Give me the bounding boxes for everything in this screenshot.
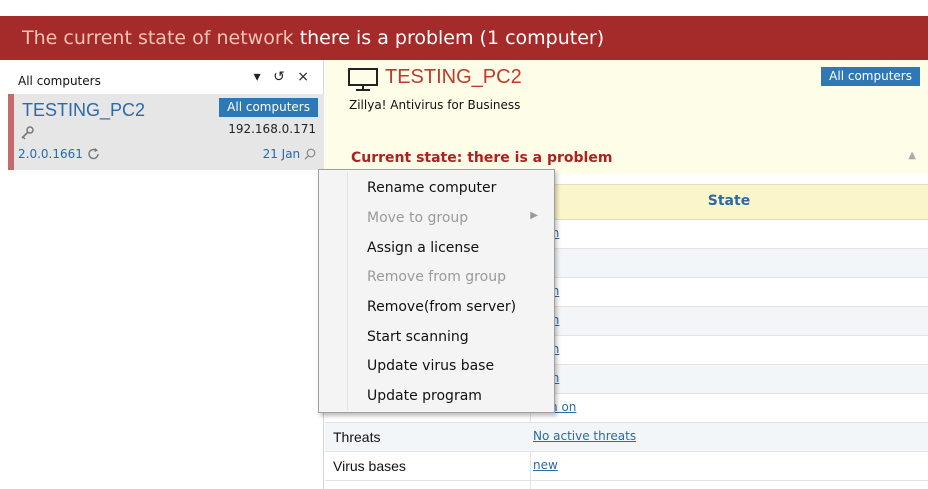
list-controls[interactable]: ▾ ↺ × [254, 69, 313, 85]
menu-item-update-program[interactable]: Update program [367, 388, 482, 404]
table-row: Threats No active threats [325, 423, 928, 452]
monitor-icon [347, 68, 379, 96]
menu-item-update-virus-base[interactable]: Update virus base [367, 358, 494, 374]
state-column-header: State [530, 184, 928, 220]
program-version: 2.0.0.1661 [18, 147, 83, 161]
menu-item-remove-from-server[interactable]: Remove(from server) [367, 299, 516, 315]
date-line: 21 Jan [263, 147, 316, 161]
computer-name: TESTING_PC2 [22, 100, 146, 120]
network-status-banner: The current state of network there is a … [0, 16, 928, 60]
submenu-arrow-icon: ▶ [530, 210, 538, 221]
table-row: Virus bases new [325, 452, 928, 481]
banner-message: there is a problem (1 computer) [299, 27, 605, 49]
ip-address: 192.168.0.171 [228, 122, 316, 136]
menu-item-assign-license[interactable]: Assign a license [367, 240, 479, 256]
row-name: Virus bases [333, 458, 406, 474]
refresh-icon[interactable] [87, 147, 101, 161]
computer-card[interactable]: TESTING_PC2 All computers 192.168.0.171 … [8, 94, 324, 170]
details-computer-name: TESTING_PC2 [385, 66, 522, 88]
details-header: TESTING_PC2 Zillya! Antivirus for Busine… [325, 60, 928, 144]
state-header-label: State [707, 193, 751, 209]
version-line: 2.0.0.1661 [18, 147, 101, 161]
menu-item-start-scanning[interactable]: Start scanning [367, 329, 469, 345]
key-icon [20, 126, 34, 144]
current-state-title: Current state: there is a problem [351, 150, 613, 166]
context-menu: Rename computer Move to group ▶ Assign a… [318, 169, 555, 413]
computer-list-panel: All computers ▾ ↺ × TESTING_PC2 All comp… [8, 60, 324, 489]
group-title: All computers [18, 74, 101, 88]
details-group-badge[interactable]: All computers [821, 67, 920, 86]
menu-gutter [347, 172, 348, 410]
last-date: 21 Jan [262, 147, 301, 161]
row-name: Threats [333, 429, 381, 445]
product-name: Zillya! Antivirus for Business [349, 98, 521, 112]
group-badge[interactable]: All computers [219, 98, 318, 117]
menu-item-move-to-group[interactable]: Move to group [367, 210, 468, 226]
row-state-link[interactable]: No active threats [533, 429, 636, 443]
row-state-link[interactable]: new [533, 458, 558, 472]
menu-item-remove-from-group[interactable]: Remove from group [367, 269, 506, 285]
banner-prefix: The current state of network [22, 27, 294, 49]
search-icon[interactable] [304, 147, 316, 161]
menu-item-rename-computer[interactable]: Rename computer [367, 180, 496, 196]
collapse-arrow-icon[interactable]: ▲ [908, 150, 916, 161]
